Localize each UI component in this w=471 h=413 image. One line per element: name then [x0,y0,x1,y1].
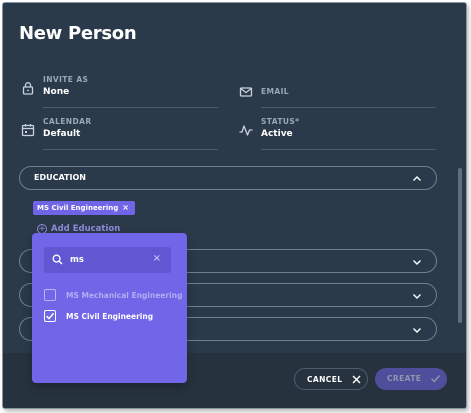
chevron-down-icon [413,328,421,333]
option-label: MS Civil Engineering [66,312,154,321]
status-field[interactable]: STATUS* Active [239,117,439,151]
education-accordion[interactable]: EDUCATION [19,166,437,190]
check-icon [45,312,55,320]
chevron-down-icon [413,260,421,265]
education-dropdown: × MS Mechanical Engineering MS Civil Eng… [32,233,187,383]
cancel-label: CANCEL [307,375,343,384]
new-person-window: New Person INVITE AS None EMAIL CALENDAR [2,2,467,409]
option-label: MS Mechanical Engineering [66,291,183,300]
education-chip: MS Civil Engineering × [33,201,135,215]
status-underline [261,149,436,150]
status-value: Active [261,129,293,139]
search-icon [52,254,63,265]
calendar-icon [21,124,35,137]
email-field[interactable]: EMAIL [239,85,439,109]
close-icon [352,375,361,384]
calendar-field[interactable]: CALENDAR Default [21,117,221,151]
check-icon [431,375,441,383]
chevron-up-icon[interactable] [412,174,422,184]
chip-label: MS Civil Engineering [37,204,119,212]
chip-remove-icon[interactable]: × [122,203,129,212]
search-input[interactable] [70,252,140,268]
envelope-icon [239,87,253,97]
calendar-label: CALENDAR [43,117,92,126]
invite-as-field[interactable]: INVITE AS None [21,75,221,109]
email-label: EMAIL [261,87,289,96]
email-underline [261,107,436,108]
invite-as-underline [43,107,218,108]
invite-as-value: None [43,87,70,97]
status-label: STATUS* [261,117,300,126]
page-title: New Person [19,23,137,44]
invite-as-label: INVITE AS [43,75,89,84]
checkbox-unchecked[interactable] [44,289,56,301]
calendar-value: Default [43,129,81,139]
pulse-icon [239,125,253,136]
checkbox-checked[interactable] [44,310,56,322]
scrollbar[interactable] [458,168,462,323]
chevron-down-icon [413,294,421,299]
search-box[interactable]: × [44,247,171,273]
clear-search-icon[interactable]: × [153,253,161,264]
create-button[interactable]: CREATE [375,368,447,390]
calendar-underline [43,149,218,150]
lock-icon [22,82,34,95]
create-label: CREATE [387,374,422,383]
cancel-button[interactable]: CANCEL [294,368,368,390]
education-label: EDUCATION [34,173,86,182]
